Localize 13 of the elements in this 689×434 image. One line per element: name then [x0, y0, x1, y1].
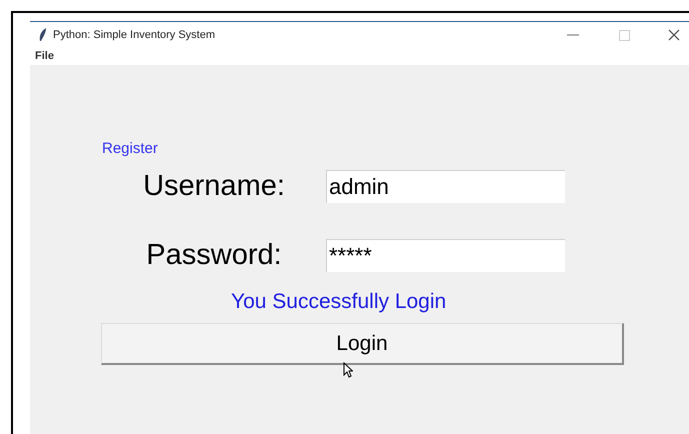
field-label: Username:: [142, 169, 286, 203]
login-button[interactable]: Login: [101, 323, 624, 365]
register-link[interactable]: Register: [102, 140, 158, 158]
minimize-icon[interactable]: [567, 34, 579, 36]
menu-item[interactable]: File: [35, 48, 54, 65]
cursor-icon: [343, 362, 353, 378]
status-message: You Successfully Login: [231, 289, 446, 315]
input-field[interactable]: *****: [326, 238, 565, 272]
window-title: Python: Simple Inventory System: [53, 28, 216, 43]
field-label: Password:: [145, 238, 283, 272]
feather-icon: [39, 28, 47, 42]
close-icon[interactable]: [668, 29, 680, 41]
input-field[interactable]: admin: [326, 170, 565, 202]
